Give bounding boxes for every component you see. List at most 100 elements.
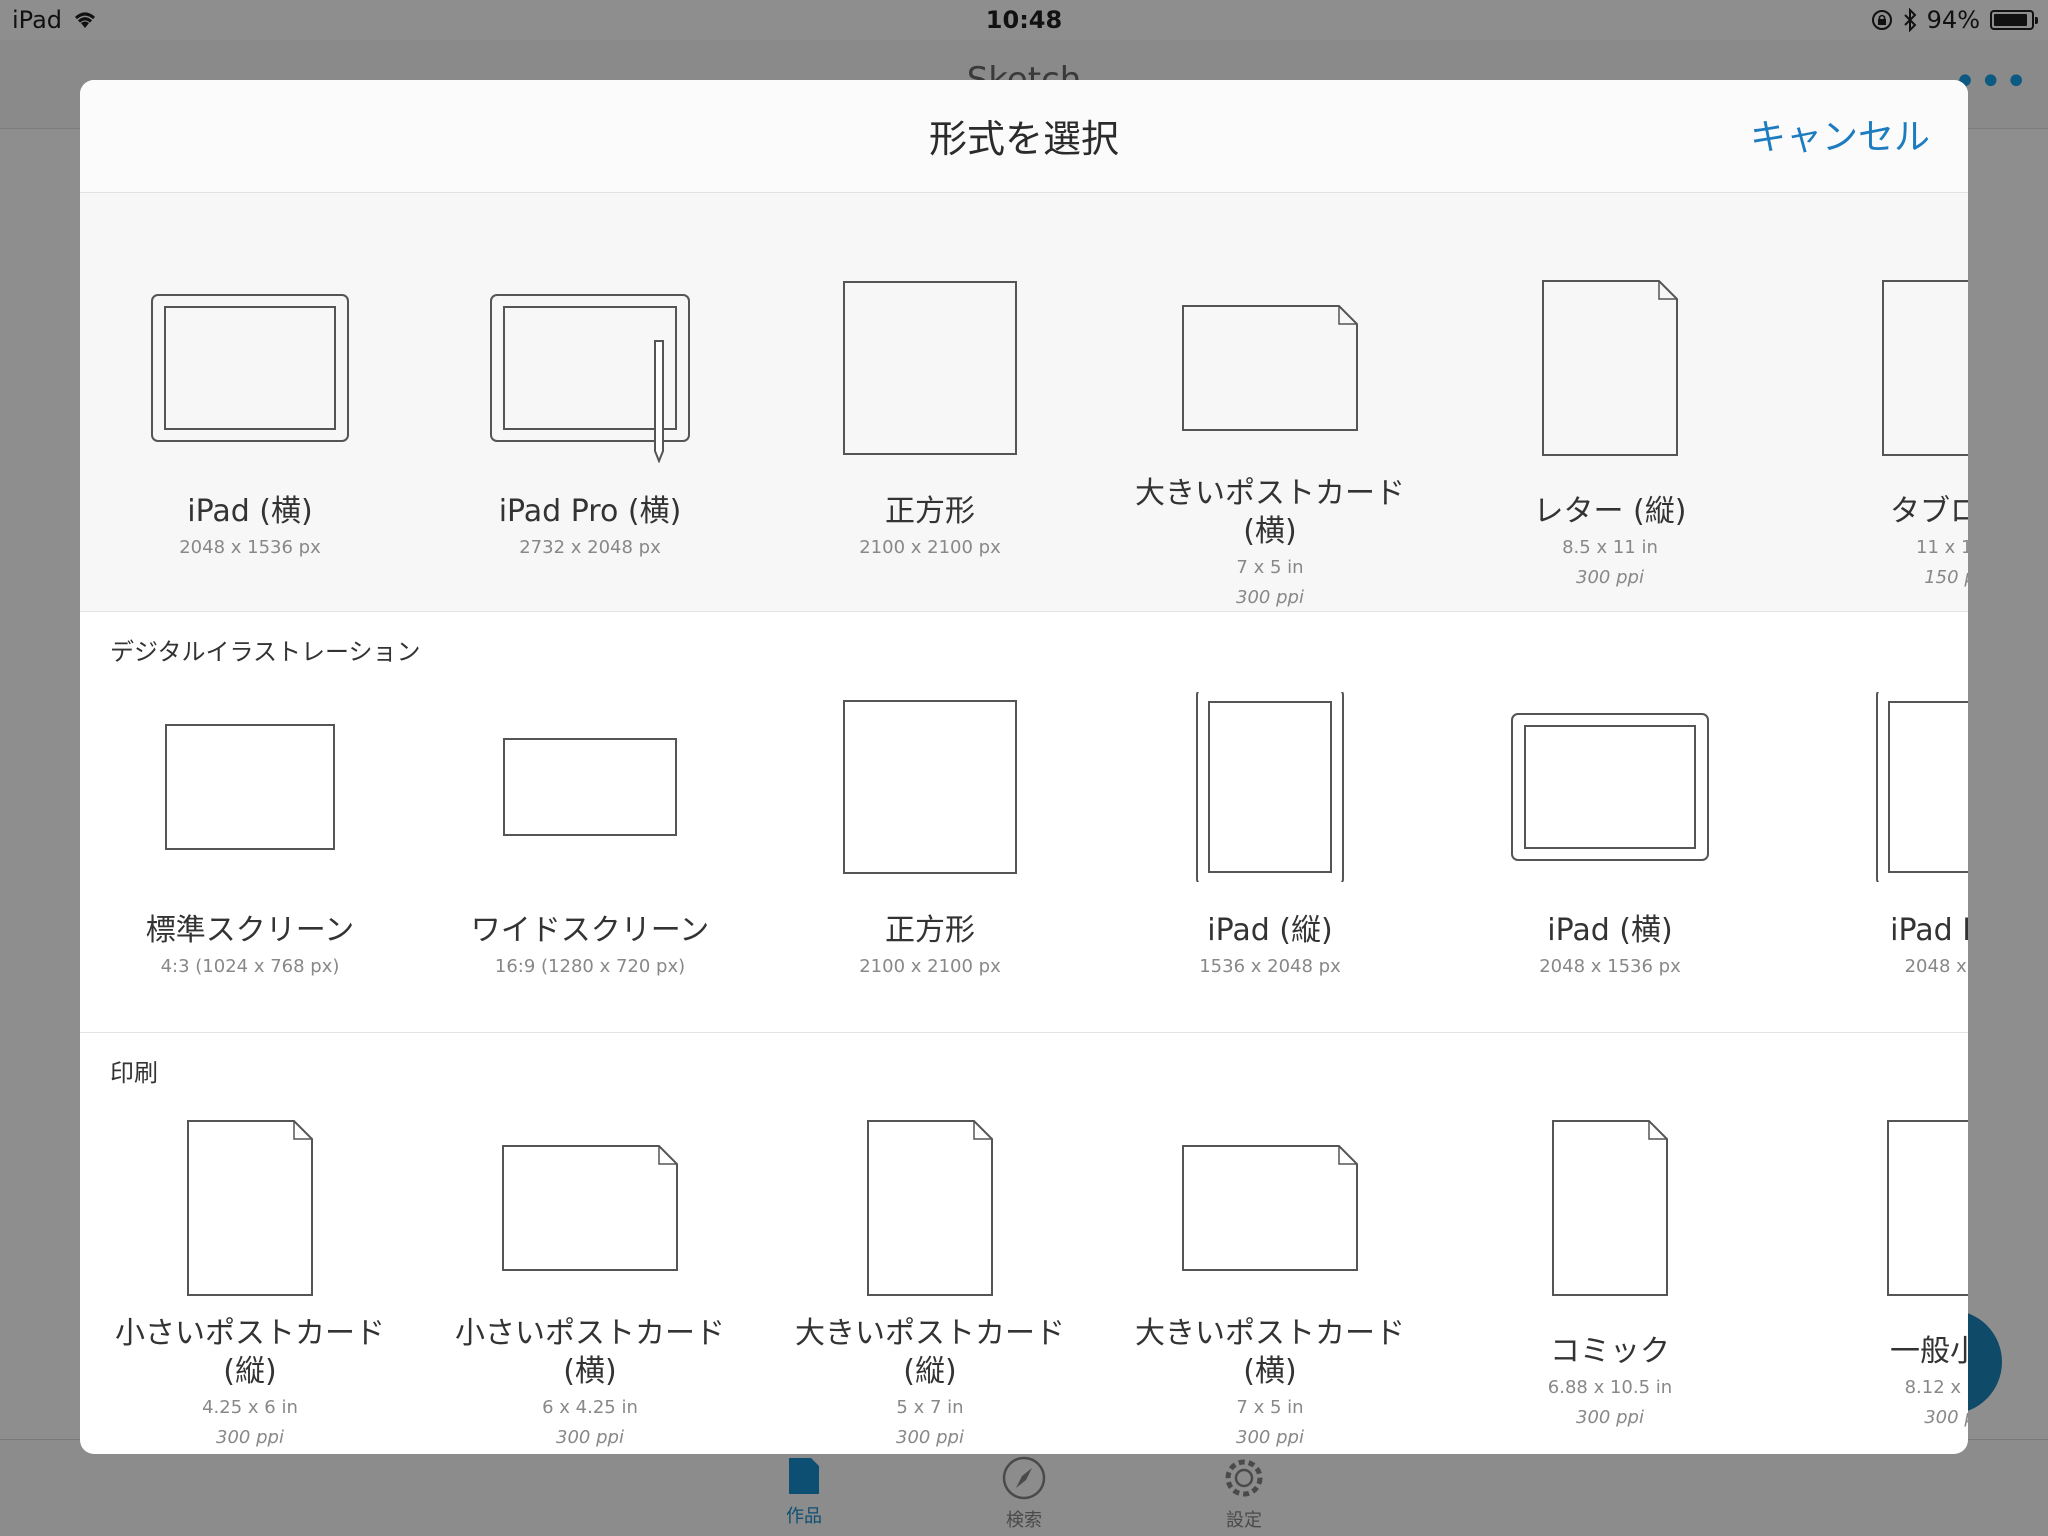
format-ppi: 300 ppi	[556, 1427, 624, 1448]
format-option[interactable]: コミック 6.88 x 10.5 in 300 ppi	[1470, 1033, 1750, 1454]
format-thumbnail	[1810, 688, 1968, 886]
format-thumbnail	[1470, 273, 1750, 467]
format-option[interactable]: 小さいポストカード (横) 6 x 4.25 in 300 ppi	[450, 1033, 730, 1454]
format-size: 8.5 x 11 in	[1562, 537, 1658, 558]
format-size: 4.25 x 6 in	[202, 1397, 298, 1418]
format-thumbnail	[790, 1113, 1070, 1307]
format-thumbnail	[1130, 688, 1410, 886]
format-thumbnail	[1130, 1113, 1410, 1307]
format-size: 2048 x 27	[1904, 956, 1968, 977]
tab-works[interactable]: 作品	[744, 1456, 864, 1528]
rotation-lock-icon	[1871, 10, 1892, 30]
bluetooth-icon	[1903, 8, 1917, 32]
tab-search-label: 検索	[1006, 1510, 1042, 1531]
format-option[interactable]: iPad (横) 2048 x 1536 px	[110, 193, 390, 611]
format-size: 2048 x 1536 px	[179, 537, 321, 558]
modal-header: 形式を選択 キャンセル	[80, 80, 1968, 193]
format-option[interactable]: 大きいポストカード (縦) 5 x 7 in 300 ppi	[790, 1033, 1070, 1454]
format-ppi: 150 p	[1924, 567, 1968, 588]
tab-settings-label: 設定	[1226, 1510, 1262, 1531]
format-thumbnail	[790, 692, 1070, 886]
format-thumbnail	[110, 692, 390, 886]
status-time: 10:48	[985, 6, 1063, 34]
format-thumbnail	[110, 273, 390, 467]
format-label: iPad (横)	[1547, 913, 1673, 948]
format-thumbnail	[450, 692, 730, 886]
battery-icon	[1990, 10, 2038, 30]
format-label: iPad Pro	[1890, 913, 1968, 948]
format-label: レター (縦)	[1533, 494, 1687, 529]
format-option[interactable]: 正方形 2100 x 2100 px	[790, 612, 1070, 1032]
format-label: 小さいポストカード (横)	[455, 1316, 725, 1389]
format-size: 8.12 x 10.	[1904, 1377, 1968, 1398]
format-label: iPad Pro (横)	[498, 494, 682, 529]
format-thumbnail	[1810, 1113, 1968, 1307]
format-option[interactable]: 大きいポストカード (横) 7 x 5 in 300 ppi	[1130, 193, 1410, 611]
print-section: 印刷 小さいポストカード (縦) 4.25 x 6 in 300 ppi 小さいポス…	[80, 1033, 1968, 1454]
format-thumbnail	[1810, 273, 1968, 467]
format-size: 2100 x 2100 px	[859, 537, 1001, 558]
modal-title: 形式を選択	[928, 117, 1119, 161]
tab-settings[interactable]: 設定	[1184, 1456, 1304, 1532]
tab-works-label: 作品	[786, 1506, 822, 1527]
format-label: 小さいポストカード (縦)	[115, 1316, 385, 1389]
format-size: 6 x 4.25 in	[542, 1397, 638, 1418]
format-thumbnail	[1470, 1113, 1750, 1307]
format-label: 大きいポストカード (横)	[1135, 476, 1405, 549]
format-size: 2732 x 2048 px	[519, 537, 661, 558]
format-option[interactable]: タブロイ 11 x 17 150 p	[1810, 193, 1968, 611]
format-label: コミック	[1550, 1334, 1670, 1369]
format-label: 標準スクリーン	[145, 913, 355, 948]
format-thumbnail	[790, 273, 1070, 467]
gear-icon	[1225, 1459, 1263, 1497]
format-option[interactable]: 標準スクリーン 4:3 (1024 x 768 px)	[110, 612, 390, 1032]
format-size: 7 x 5 in	[1236, 1397, 1304, 1418]
format-option[interactable]: iPad Pro (横) 2732 x 2048 px	[450, 193, 730, 611]
status-bar: iPad 10:48 94%	[0, 0, 2048, 40]
format-thumbnail	[1130, 273, 1410, 467]
format-option[interactable]: 小さいポストカード (縦) 4.25 x 6 in 300 ppi	[110, 1033, 390, 1454]
format-size: 2100 x 2100 px	[859, 956, 1001, 977]
compass-icon	[1002, 1456, 1046, 1500]
format-label: 正方形	[885, 494, 975, 529]
format-label: ワイドスクリーン	[470, 913, 710, 948]
format-label: iPad (縦)	[1207, 913, 1333, 948]
format-label: タブロイ	[1890, 494, 1968, 529]
format-option[interactable]: iPad Pro 2048 x 27	[1810, 612, 1968, 1032]
format-option[interactable]: ワイドスクリーン 16:9 (1280 x 720 px)	[450, 612, 730, 1032]
format-thumbnail	[450, 273, 730, 467]
format-ppi: 300 p	[1924, 1407, 1968, 1428]
digital-illustration-section: デジタルイラストレーション 標準スクリーン 4:3 (1024 x 768 px)…	[80, 612, 1968, 1033]
format-ppi: 300 ppi	[216, 1427, 284, 1448]
format-ppi: 300 ppi	[1236, 1427, 1304, 1448]
format-option[interactable]: 一般小説 8.12 x 10. 300 p	[1810, 1033, 1968, 1454]
featured-formats-section: iPad (横) 2048 x 1536 px iPad Pro (横) 2732 x…	[80, 193, 1968, 612]
format-option[interactable]: 大きいポストカード (横) 7 x 5 in 300 ppi	[1130, 1033, 1410, 1454]
format-ppi: 300 ppi	[1576, 1407, 1644, 1428]
format-ppi: 300 ppi	[896, 1427, 964, 1448]
format-size: 7 x 5 in	[1236, 557, 1304, 578]
format-size: 5 x 7 in	[896, 1397, 964, 1418]
format-size: 2048 x 1536 px	[1539, 956, 1681, 977]
status-right: 94%	[1871, 6, 2038, 34]
battery-percent: 94%	[1926, 6, 1980, 34]
document-icon	[789, 1458, 819, 1494]
cancel-button[interactable]: キャンセル	[1750, 108, 1930, 160]
tab-search[interactable]: 検索	[964, 1456, 1084, 1532]
format-thumbnail	[1470, 692, 1750, 886]
format-option[interactable]: iPad (横) 2048 x 1536 px	[1470, 612, 1750, 1032]
format-size: 1536 x 2048 px	[1199, 956, 1341, 977]
format-ppi: 300 ppi	[1576, 567, 1644, 588]
format-option[interactable]: iPad (縦) 1536 x 2048 px	[1130, 612, 1410, 1032]
format-option[interactable]: レター (縦) 8.5 x 11 in 300 ppi	[1470, 193, 1750, 611]
format-label: 大きいポストカード (横)	[1135, 1316, 1405, 1389]
format-label: iPad (横)	[187, 494, 313, 529]
format-option[interactable]: 正方形 2100 x 2100 px	[790, 193, 1070, 611]
format-label: 大きいポストカード (縦)	[795, 1316, 1065, 1389]
format-label: 正方形	[885, 913, 975, 948]
format-ppi: 300 ppi	[1236, 587, 1304, 608]
format-picker-modal: 形式を選択 キャンセル iPad (横) 2048 x 1536 px iPad P…	[80, 80, 1968, 1454]
format-size: 11 x 17	[1916, 537, 1968, 558]
format-thumbnail	[450, 1113, 730, 1307]
format-thumbnail	[110, 1113, 390, 1307]
